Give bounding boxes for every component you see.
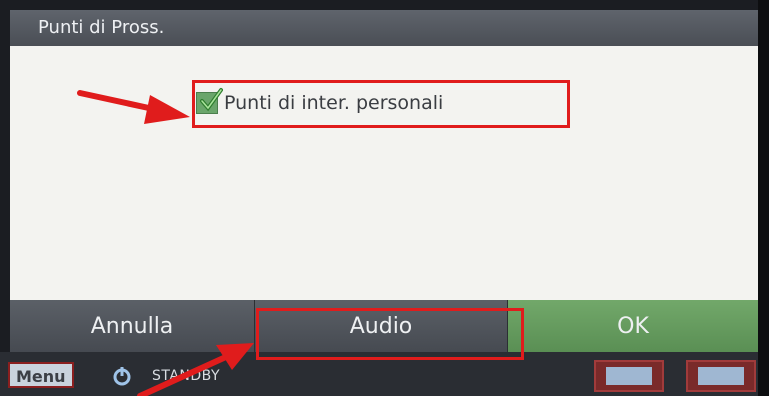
arrow-to-checkbox [77,90,190,124]
device-screen: Punti di Pross. Punti di inter. personal… [0,0,769,396]
annotation-arrows [77,90,254,396]
arrow-to-audio [137,343,254,396]
